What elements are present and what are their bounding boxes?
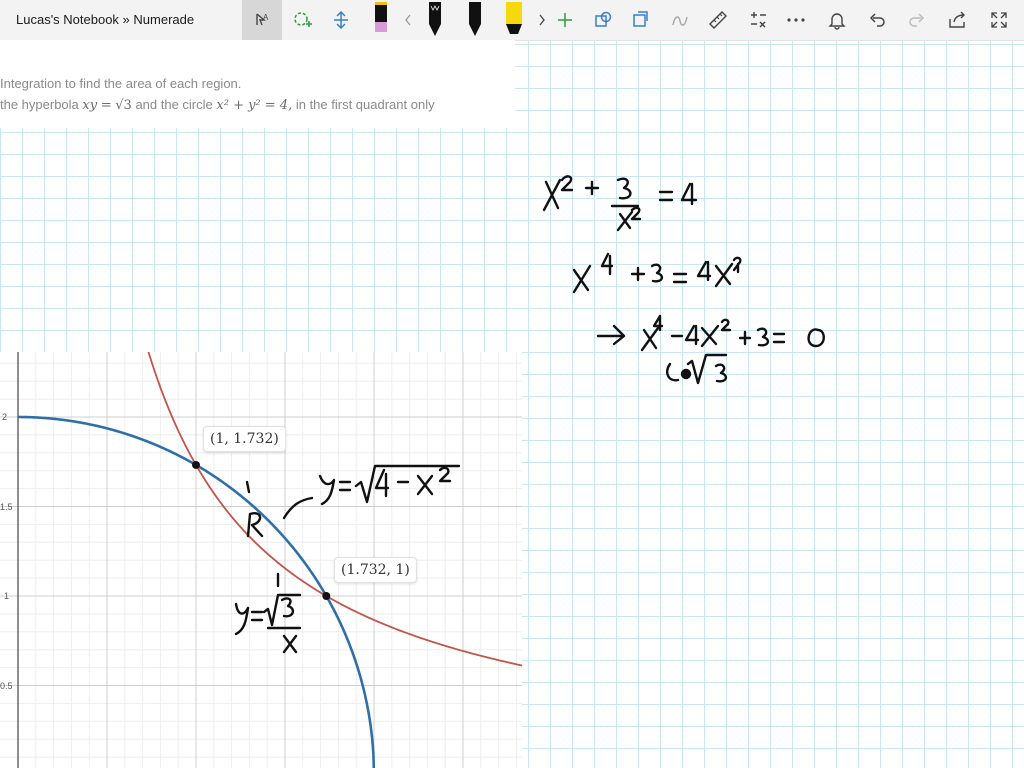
- ink-eq1-2: [560, 175, 574, 192]
- redo-icon: [909, 13, 925, 27]
- undo-button[interactable]: [862, 0, 892, 40]
- highlighter-icon: [506, 2, 522, 34]
- math-button[interactable]: [744, 0, 772, 40]
- problem-text: the hyperbola: [0, 97, 79, 112]
- toolbar: Lucas's Notebook » Numerade A: [0, 0, 1024, 41]
- pen-icon: [469, 2, 481, 36]
- add-shape-button[interactable]: [286, 0, 318, 40]
- pen-icon: [375, 2, 387, 32]
- undo-icon: [869, 13, 885, 27]
- insert-space-button[interactable]: [326, 0, 356, 40]
- rotate-icon: [633, 11, 648, 27]
- math-equals: =: [100, 98, 112, 113]
- hyperbola-curve: [147, 352, 522, 667]
- insert-space-icon: [334, 10, 348, 30]
- math-circle-equation: x² + y² = 4,: [216, 98, 293, 113]
- y-tick-label: 1.5: [0, 502, 13, 512]
- plus-icon: [558, 13, 572, 27]
- more-icon: [787, 18, 805, 22]
- ink-to-shape-button[interactable]: [666, 0, 694, 40]
- svg-text:A: A: [263, 13, 269, 22]
- shapes-button[interactable]: [590, 0, 616, 40]
- add-shape-icon: [294, 12, 312, 27]
- highlighter-yellow[interactable]: [500, 0, 528, 40]
- ruler-icon: [709, 11, 727, 29]
- ink-eq3-4: [652, 314, 664, 332]
- ink-eq1-3: [616, 177, 632, 200]
- ink-eq3-arrow: [596, 324, 626, 346]
- ink-eq1-x: [542, 178, 562, 212]
- pen-icon: [429, 2, 441, 36]
- ink-eq3-x2: [700, 324, 720, 348]
- ink-eq2-2: [732, 256, 742, 274]
- ink-eq3-equals: [772, 332, 786, 344]
- problem-line-1: Integration to find the area of each reg…: [0, 76, 242, 91]
- fullscreen-button[interactable]: [984, 0, 1014, 40]
- math-icon: [751, 12, 766, 28]
- y-tick-label: 0.5: [0, 681, 13, 691]
- ink-eq2-plus: [630, 266, 646, 282]
- notebook-title: Lucas's Notebook » Numerade: [16, 12, 195, 27]
- ink-eq1-equals: [658, 190, 674, 202]
- intersection-point: [322, 592, 331, 600]
- bell-icon: [828, 13, 846, 30]
- ink-eq1-2b: [630, 206, 642, 221]
- notifications-button[interactable]: [822, 0, 852, 40]
- ink-to-shape-icon: [672, 16, 688, 26]
- lasso-select-icon: A: [256, 13, 269, 26]
- more-button[interactable]: [782, 0, 810, 40]
- problem-text: in the first quadrant only: [295, 97, 435, 112]
- ink-sqrt3-note: [666, 353, 728, 385]
- ink-eq3-2: [720, 318, 732, 332]
- ink-eq3-0: [807, 328, 825, 348]
- share-button[interactable]: [942, 0, 972, 40]
- ink-sqrt3-3: [714, 363, 728, 383]
- y-tick-label: 2: [2, 412, 8, 422]
- ink-eq1-4: [680, 182, 698, 206]
- ink-eq2-x: [572, 264, 592, 294]
- math-xy: xy: [82, 98, 98, 113]
- rotate-object-button[interactable]: [626, 0, 654, 40]
- ink-eq1-plus: [584, 180, 600, 196]
- graph-points: [192, 460, 331, 600]
- problem-line-2: the hyperbola xy = √3 and the circle x² …: [0, 97, 435, 113]
- ink-eq3-4b: [684, 324, 700, 346]
- y-tick-label: 1: [4, 591, 10, 601]
- pen-pink[interactable]: [368, 0, 394, 40]
- ink-eq2-4: [600, 252, 614, 276]
- graph-plot: [0, 352, 522, 768]
- chevron-left-icon: [405, 14, 411, 26]
- problem-text: and the circle: [135, 97, 213, 112]
- ink-eq2-3: [650, 263, 664, 283]
- pen-black-1[interactable]: [422, 0, 448, 40]
- pen-black-2[interactable]: [462, 0, 488, 40]
- share-icon: [949, 11, 965, 28]
- chevron-right-icon: [539, 14, 545, 26]
- scroll-pens-right-button[interactable]: [532, 0, 552, 40]
- math-sqrt3: √3: [115, 98, 132, 113]
- redo-button[interactable]: [902, 0, 932, 40]
- graph-grid: [0, 352, 522, 768]
- ink-eq2-x2: [714, 262, 734, 288]
- ink-eq3-3: [756, 327, 770, 347]
- fullscreen-icon: [991, 12, 1007, 28]
- add-pen-button[interactable]: [554, 0, 576, 40]
- lasso-select-button[interactable]: A: [242, 0, 282, 40]
- scroll-pens-left-button[interactable]: [398, 0, 418, 40]
- shapes-icon: [595, 11, 612, 27]
- graph-image[interactable]: 2 1.5 1 0.5 (1, 1.732) (1.732, 1): [0, 352, 522, 768]
- ink-eq2-equals: [672, 272, 688, 284]
- ink-eq3-x: [640, 326, 660, 352]
- ink-eq1-x2: [616, 210, 634, 232]
- ink-eq3-plus: [738, 330, 752, 346]
- point-label: (1.732, 1): [334, 557, 417, 583]
- intersection-point: [192, 460, 200, 469]
- ruler-button[interactable]: [704, 0, 732, 40]
- ink-eq2-4b: [696, 260, 712, 282]
- ink-dot: [680, 368, 692, 380]
- point-label: (1, 1.732): [203, 426, 286, 452]
